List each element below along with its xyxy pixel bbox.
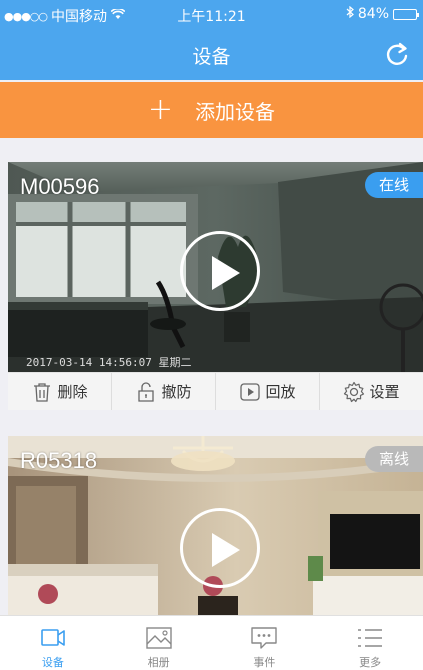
photo-icon [145, 627, 172, 649]
bluetooth-icon [346, 5, 354, 22]
camera-preview[interactable]: R05318 离线 [8, 436, 423, 616]
disarm-label: 撤防 [161, 383, 192, 401]
battery-icon [393, 8, 419, 20]
video-timestamp: 2017-03-14 14:56:07 星期二 [26, 356, 192, 369]
nav-bar: 设备 [0, 30, 423, 80]
list-icon [358, 629, 383, 647]
camera-icon [41, 629, 65, 646]
trash-icon [34, 382, 51, 402]
status-right: 84% [346, 5, 419, 22]
playback-icon [240, 382, 261, 401]
delete-label: 删除 [57, 383, 88, 401]
tab-devices-label: 设备 [41, 656, 64, 669]
tab-album-label: 相册 [147, 656, 170, 669]
tab-devices[interactable]: 设备 [0, 616, 106, 670]
settings-label: 设置 [369, 383, 400, 401]
play-button[interactable] [180, 508, 260, 588]
device-card: M00596 在线 2017-03-14 14:56:07 星期二 删除 撤防 … [8, 162, 423, 410]
playback-button[interactable]: 回放 [216, 373, 320, 410]
play-button[interactable] [180, 231, 260, 311]
add-device-button[interactable]: + 添加设备 [0, 82, 423, 138]
device-id: M00596 [20, 174, 100, 199]
camera-preview[interactable]: M00596 在线 2017-03-14 14:56:07 星期二 [8, 162, 423, 372]
playback-label: 回放 [265, 383, 296, 401]
chat-icon [251, 627, 278, 649]
gear-icon [344, 381, 365, 402]
tab-bar: 设备 相册 事件 更多 [0, 615, 423, 670]
status-badge: 离线 [364, 446, 423, 472]
battery-percent: 84% [357, 6, 389, 22]
device-actions: 删除 撤防 回放 设置 [8, 372, 423, 410]
tab-more-label: 更多 [359, 656, 382, 669]
disarm-icon [138, 381, 155, 402]
tab-events[interactable]: 事件 [212, 616, 318, 670]
status-bar: ●●●○○ 中国移动 上午11:21 84% [0, 0, 423, 30]
plus-icon: + [147, 92, 174, 127]
page-title: 设备 [192, 46, 231, 68]
tab-events-label: 事件 [253, 656, 276, 669]
settings-button[interactable]: 设置 [320, 373, 423, 410]
device-id: R05318 [20, 448, 98, 473]
status-badge: 在线 [364, 172, 423, 198]
disarm-button[interactable]: 撤防 [112, 373, 216, 410]
add-device-label: 添加设备 [195, 99, 276, 124]
delete-button[interactable]: 删除 [8, 373, 112, 410]
tab-album[interactable]: 相册 [106, 616, 212, 670]
tab-more[interactable]: 更多 [317, 616, 423, 670]
device-card: R05318 离线 [8, 436, 423, 616]
refresh-icon[interactable] [383, 40, 411, 68]
